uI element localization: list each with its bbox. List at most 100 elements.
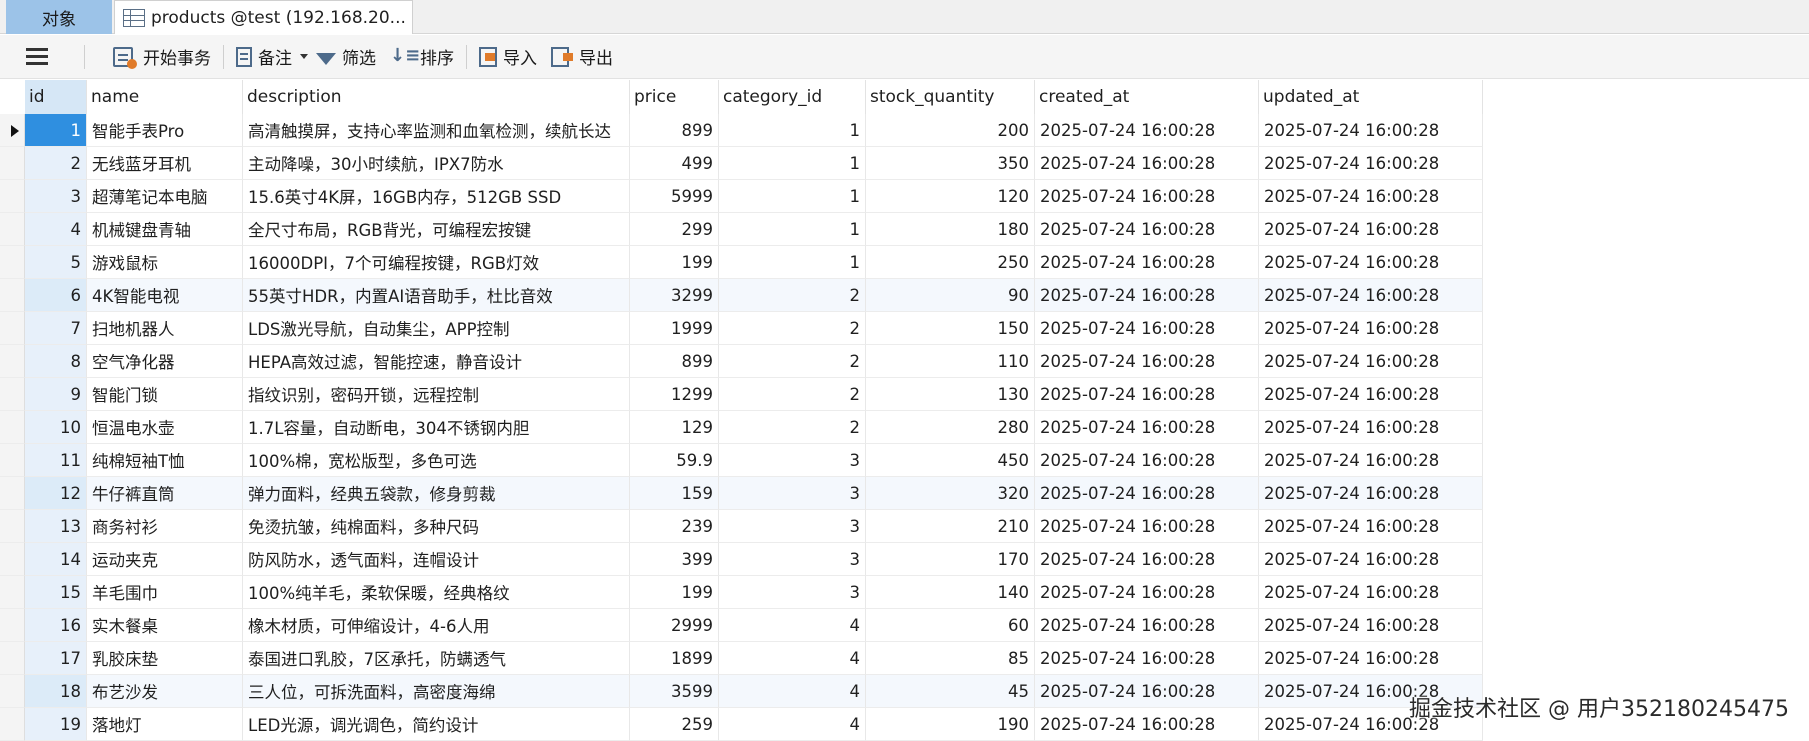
- cell-name[interactable]: 机械键盘青轴: [87, 213, 243, 246]
- row-indicator[interactable]: [0, 345, 25, 378]
- cell-description[interactable]: 免烫抗皱，纯棉面料，多种尺码: [243, 510, 630, 543]
- cell-stock-quantity[interactable]: 350: [866, 147, 1035, 180]
- tab-objects[interactable]: 对象: [6, 0, 112, 34]
- cell-stock-quantity[interactable]: 85: [866, 642, 1035, 675]
- cell-created-at[interactable]: 2025-07-24 16:00:28: [1035, 708, 1259, 741]
- cell-price[interactable]: 1899: [630, 642, 719, 675]
- cell-created-at[interactable]: 2025-07-24 16:00:28: [1035, 246, 1259, 279]
- cell-updated-at[interactable]: 2025-07-24 16:00:28: [1259, 213, 1483, 246]
- column-header-category-id[interactable]: category_id: [719, 80, 866, 114]
- row-indicator[interactable]: [0, 378, 25, 411]
- cell-description[interactable]: 全尺寸布局，RGB背光，可编程宏按键: [243, 213, 630, 246]
- cell-name[interactable]: 实木餐桌: [87, 609, 243, 642]
- cell-stock-quantity[interactable]: 210: [866, 510, 1035, 543]
- cell-category-id[interactable]: 3: [719, 444, 866, 477]
- cell-price[interactable]: 199: [630, 576, 719, 609]
- cell-category-id[interactable]: 3: [719, 576, 866, 609]
- cell-id[interactable]: 13: [25, 510, 87, 543]
- cell-created-at[interactable]: 2025-07-24 16:00:28: [1035, 411, 1259, 444]
- cell-stock-quantity[interactable]: 150: [866, 312, 1035, 345]
- cell-description[interactable]: HEPA高效过滤，智能控速，静音设计: [243, 345, 630, 378]
- cell-name[interactable]: 商务衬衫: [87, 510, 243, 543]
- cell-updated-at[interactable]: 2025-07-24 16:00:28: [1259, 114, 1483, 147]
- cell-price[interactable]: 2999: [630, 609, 719, 642]
- cell-name[interactable]: 落地灯: [87, 708, 243, 741]
- cell-id[interactable]: 10: [25, 411, 87, 444]
- cell-stock-quantity[interactable]: 200: [866, 114, 1035, 147]
- cell-description[interactable]: LED光源，调光调色，简约设计: [243, 708, 630, 741]
- table-row[interactable]: 17 乳胶床垫 泰国进口乳胶，7区承托，防螨透气 1899 4 85 2025-07-24 …: [0, 642, 1483, 675]
- row-indicator[interactable]: [0, 543, 25, 576]
- cell-price[interactable]: 239: [630, 510, 719, 543]
- cell-id[interactable]: 14: [25, 543, 87, 576]
- cell-id[interactable]: 15: [25, 576, 87, 609]
- row-indicator[interactable]: [0, 114, 25, 147]
- cell-created-at[interactable]: 2025-07-24 16:00:28: [1035, 378, 1259, 411]
- cell-category-id[interactable]: 2: [719, 312, 866, 345]
- cell-price[interactable]: 5999: [630, 180, 719, 213]
- cell-stock-quantity[interactable]: 60: [866, 609, 1035, 642]
- cell-id[interactable]: 16: [25, 609, 87, 642]
- cell-price[interactable]: 899: [630, 114, 719, 147]
- cell-created-at[interactable]: 2025-07-24 16:00:28: [1035, 675, 1259, 708]
- cell-stock-quantity[interactable]: 140: [866, 576, 1035, 609]
- cell-description[interactable]: LDS激光导航，自动集尘，APP控制: [243, 312, 630, 345]
- cell-name[interactable]: 空气净化器: [87, 345, 243, 378]
- cell-created-at[interactable]: 2025-07-24 16:00:28: [1035, 213, 1259, 246]
- row-indicator[interactable]: [0, 444, 25, 477]
- cell-created-at[interactable]: 2025-07-24 16:00:28: [1035, 180, 1259, 213]
- cell-name[interactable]: 4K智能电视: [87, 279, 243, 312]
- table-row[interactable]: 7 扫地机器人 LDS激光导航，自动集尘，APP控制 1999 2 150 2025-07-…: [0, 312, 1483, 345]
- cell-category-id[interactable]: 1: [719, 147, 866, 180]
- cell-category-id[interactable]: 2: [719, 345, 866, 378]
- table-row[interactable]: 15 羊毛围巾 100%纯羊毛，柔软保暖，经典格纹 199 3 140 2025-07-24…: [0, 576, 1483, 609]
- cell-category-id[interactable]: 1: [719, 213, 866, 246]
- row-indicator[interactable]: [0, 708, 25, 741]
- cell-name[interactable]: 牛仔裤直筒: [87, 477, 243, 510]
- table-row[interactable]: 9 智能门锁 指纹识别，密码开锁，远程控制 1299 2 130 2025-07-24 16…: [0, 378, 1483, 411]
- table-row[interactable]: 1 智能手表Pro 高清触摸屏，支持心率监测和血氧检测，续航长达 899 1 200 202…: [0, 114, 1483, 147]
- cell-created-at[interactable]: 2025-07-24 16:00:28: [1035, 510, 1259, 543]
- cell-created-at[interactable]: 2025-07-24 16:00:28: [1035, 147, 1259, 180]
- cell-price[interactable]: 1299: [630, 378, 719, 411]
- cell-price[interactable]: 199: [630, 246, 719, 279]
- begin-transaction-button[interactable]: 开始事务: [113, 35, 211, 79]
- table-row[interactable]: 12 牛仔裤直筒 弹力面料，经典五袋款，修身剪裁 159 3 320 2025-07-24 …: [0, 477, 1483, 510]
- table-row[interactable]: 8 空气净化器 HEPA高效过滤，智能控速，静音设计 899 2 110 2025-07-2…: [0, 345, 1483, 378]
- cell-category-id[interactable]: 3: [719, 543, 866, 576]
- cell-id[interactable]: 11: [25, 444, 87, 477]
- cell-stock-quantity[interactable]: 130: [866, 378, 1035, 411]
- cell-price[interactable]: 159: [630, 477, 719, 510]
- tab-products-table[interactable]: products @test (192.168.20...: [114, 0, 413, 34]
- memo-button[interactable]: 备注: [236, 35, 316, 79]
- cell-updated-at[interactable]: 2025-07-24 16:00:28: [1259, 312, 1483, 345]
- import-button[interactable]: 导入: [479, 35, 537, 79]
- cell-id[interactable]: 5: [25, 246, 87, 279]
- cell-updated-at[interactable]: 2025-07-24 16:00:28: [1259, 444, 1483, 477]
- cell-name[interactable]: 超薄笔记本电脑: [87, 180, 243, 213]
- row-indicator[interactable]: [0, 675, 25, 708]
- cell-updated-at[interactable]: 2025-07-24 16:00:28: [1259, 543, 1483, 576]
- cell-stock-quantity[interactable]: 190: [866, 708, 1035, 741]
- cell-description[interactable]: 1.7L容量，自动断电，304不锈钢内胆: [243, 411, 630, 444]
- cell-description[interactable]: 高清触摸屏，支持心率监测和血氧检测，续航长达: [243, 114, 630, 147]
- cell-category-id[interactable]: 1: [719, 180, 866, 213]
- cell-stock-quantity[interactable]: 170: [866, 543, 1035, 576]
- cell-id[interactable]: 9: [25, 378, 87, 411]
- cell-updated-at[interactable]: 2025-07-24 16:00:28: [1259, 609, 1483, 642]
- cell-category-id[interactable]: 2: [719, 279, 866, 312]
- cell-created-at[interactable]: 2025-07-24 16:00:28: [1035, 609, 1259, 642]
- cell-id[interactable]: 4: [25, 213, 87, 246]
- cell-id[interactable]: 12: [25, 477, 87, 510]
- cell-id[interactable]: 7: [25, 312, 87, 345]
- row-indicator[interactable]: [0, 213, 25, 246]
- column-header-name[interactable]: name: [87, 80, 243, 114]
- cell-name[interactable]: 智能手表Pro: [87, 114, 243, 147]
- cell-updated-at[interactable]: 2025-07-24 16:00:28: [1259, 345, 1483, 378]
- cell-created-at[interactable]: 2025-07-24 16:00:28: [1035, 114, 1259, 147]
- table-row[interactable]: 13 商务衬衫 免烫抗皱，纯棉面料，多种尺码 239 3 210 2025-07-24 16…: [0, 510, 1483, 543]
- row-indicator[interactable]: [0, 312, 25, 345]
- cell-price[interactable]: 3599: [630, 675, 719, 708]
- row-indicator[interactable]: [0, 510, 25, 543]
- cell-id[interactable]: 3: [25, 180, 87, 213]
